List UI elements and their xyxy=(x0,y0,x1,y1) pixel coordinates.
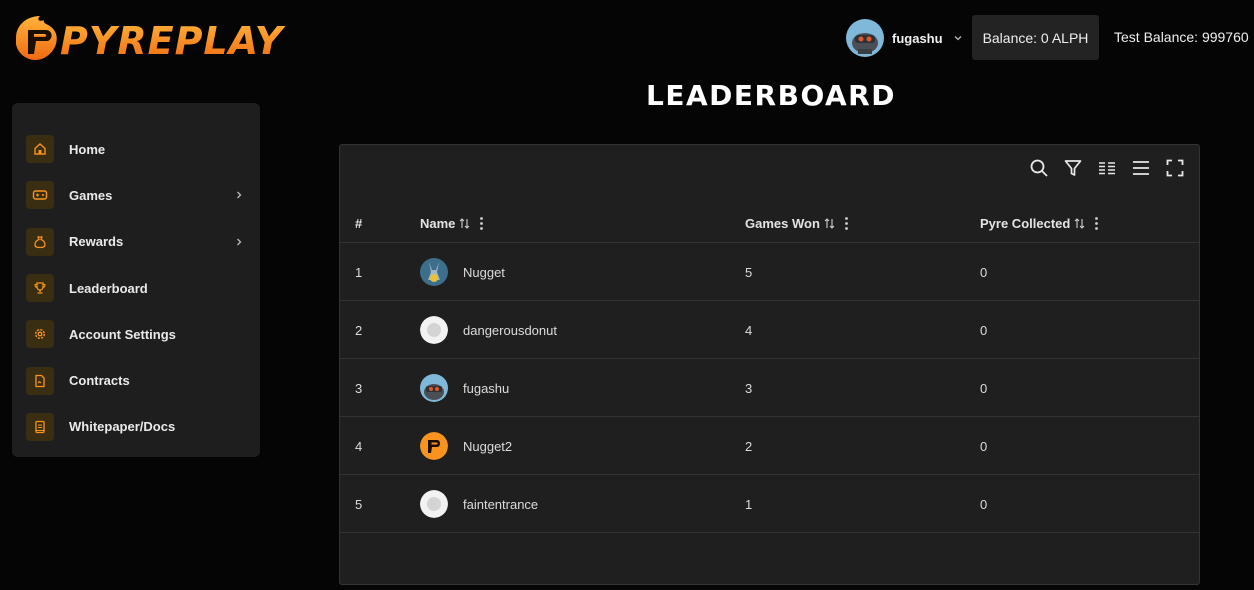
table-row[interactable]: 3 fugashu 3 0 xyxy=(340,359,1199,417)
book-icon xyxy=(26,412,54,441)
search-icon[interactable] xyxy=(1028,157,1049,178)
sidebar-item-label: Account Settings xyxy=(69,326,176,342)
document-icon xyxy=(26,366,54,395)
column-menu-icon[interactable] xyxy=(1094,216,1099,231)
default-avatar xyxy=(420,316,448,344)
pyre-collected-cell: 0 xyxy=(980,264,988,280)
sidebar-item-games[interactable]: Games xyxy=(12,172,260,218)
leaderboard-table: # Name Games Won Pyre Collected 1 Nugget… xyxy=(339,144,1200,585)
table-row[interactable]: 2 dangerousdonut 4 0 xyxy=(340,301,1199,359)
column-menu-icon[interactable] xyxy=(844,216,849,231)
column-header-games-won[interactable]: Games Won xyxy=(745,204,849,242)
sidebar-item-account-settings[interactable]: Account Settings xyxy=(12,311,260,357)
gamepad-icon xyxy=(26,181,54,210)
pyre-logo-avatar xyxy=(420,432,448,460)
sort-icon[interactable] xyxy=(1073,217,1086,230)
logo-text: PYREPLAY xyxy=(60,19,286,63)
pyre-collected-cell: 0 xyxy=(980,438,988,454)
sidebar-item-label: Contracts xyxy=(69,373,130,389)
table-toolbar xyxy=(1028,157,1185,178)
gear-icon xyxy=(26,320,54,349)
chevron-right-icon[interactable] xyxy=(234,190,244,200)
games-won-cell: 3 xyxy=(745,380,753,396)
pyre-collected-cell: 0 xyxy=(980,496,988,512)
default-avatar xyxy=(420,490,448,518)
svg-text:LEADERBOARD: LEADERBOARD xyxy=(646,80,896,110)
games-won-cell: 1 xyxy=(745,496,753,512)
rank-cell: 2 xyxy=(355,322,363,338)
column-header-pyre-collected[interactable]: Pyre Collected xyxy=(980,204,1099,242)
pyre-collected-cell: 0 xyxy=(980,380,988,396)
name-cell: fugashu xyxy=(420,359,509,417)
name-cell: faintentrance xyxy=(420,475,538,533)
sidebar: Home Games Rewards Leaderboard Account S… xyxy=(12,103,260,457)
money-bag-icon xyxy=(26,227,54,256)
home-icon xyxy=(26,135,54,164)
sidebar-item-label: Leaderboard xyxy=(69,280,148,296)
table-header: # Name Games Won Pyre Collected xyxy=(340,204,1199,243)
columns-icon[interactable] xyxy=(1130,157,1151,178)
column-menu-icon[interactable] xyxy=(479,216,484,231)
fullscreen-icon[interactable] xyxy=(1164,157,1185,178)
pyre-collected-cell: 0 xyxy=(980,322,988,338)
sidebar-item-label: Home xyxy=(69,141,106,157)
rank-cell: 4 xyxy=(355,438,363,454)
sidebar-item-whitepaper-docs[interactable]: Whitepaper/Docs xyxy=(12,404,260,450)
sidebar-item-label: Whitepaper/Docs xyxy=(69,419,176,435)
pyreplay-logo[interactable]: PYREPLAY xyxy=(10,8,292,68)
sidebar-item-rewards[interactable]: Rewards xyxy=(12,219,260,265)
name-cell: Nugget xyxy=(420,243,505,301)
sidebar-item-label: Games xyxy=(69,187,113,203)
name-cell: dangerousdonut xyxy=(420,301,557,359)
user-menu[interactable]: fugashu xyxy=(846,18,963,58)
sidebar-item-home[interactable]: Home xyxy=(12,126,260,172)
balance-label: Balance: 0 ALPH xyxy=(982,29,1089,46)
table-row[interactable]: 5 faintentrance 1 0 xyxy=(340,475,1199,533)
games-won-cell: 2 xyxy=(745,438,753,454)
name-cell: Nugget2 xyxy=(420,417,512,475)
page-title: LEADERBOARD xyxy=(646,80,896,110)
sidebar-item-contracts[interactable]: Contracts xyxy=(12,357,260,403)
table-row[interactable]: 4 Nugget2 2 0 xyxy=(340,417,1199,475)
username: fugashu xyxy=(892,30,943,46)
column-header-rank[interactable]: # xyxy=(355,204,362,242)
rank-cell: 1 xyxy=(355,264,363,280)
sidebar-item-label: Rewards xyxy=(69,234,124,250)
balance-button[interactable]: Balance: 0 ALPH xyxy=(972,15,1099,60)
games-won-cell: 4 xyxy=(745,322,753,338)
column-header-name[interactable]: Name xyxy=(420,204,484,242)
test-balance: Test Balance: 999760 xyxy=(1114,29,1249,45)
filter-icon[interactable] xyxy=(1062,157,1083,178)
density-icon[interactable] xyxy=(1096,157,1117,178)
sidebar-item-leaderboard[interactable]: Leaderboard xyxy=(12,265,260,311)
rank-cell: 5 xyxy=(355,496,363,512)
trophy-icon xyxy=(26,274,54,303)
chevron-right-icon[interactable] xyxy=(234,237,244,247)
user-avatar[interactable] xyxy=(846,19,884,57)
sort-icon[interactable] xyxy=(823,217,836,230)
nugget-avatar xyxy=(420,258,448,286)
sort-icon[interactable] xyxy=(458,217,471,230)
fugashu-avatar xyxy=(420,374,448,402)
table-row[interactable]: 1 Nugget 5 0 xyxy=(340,243,1199,301)
games-won-cell: 5 xyxy=(745,264,753,280)
chevron-down-icon[interactable] xyxy=(953,33,963,43)
rank-cell: 3 xyxy=(355,380,363,396)
